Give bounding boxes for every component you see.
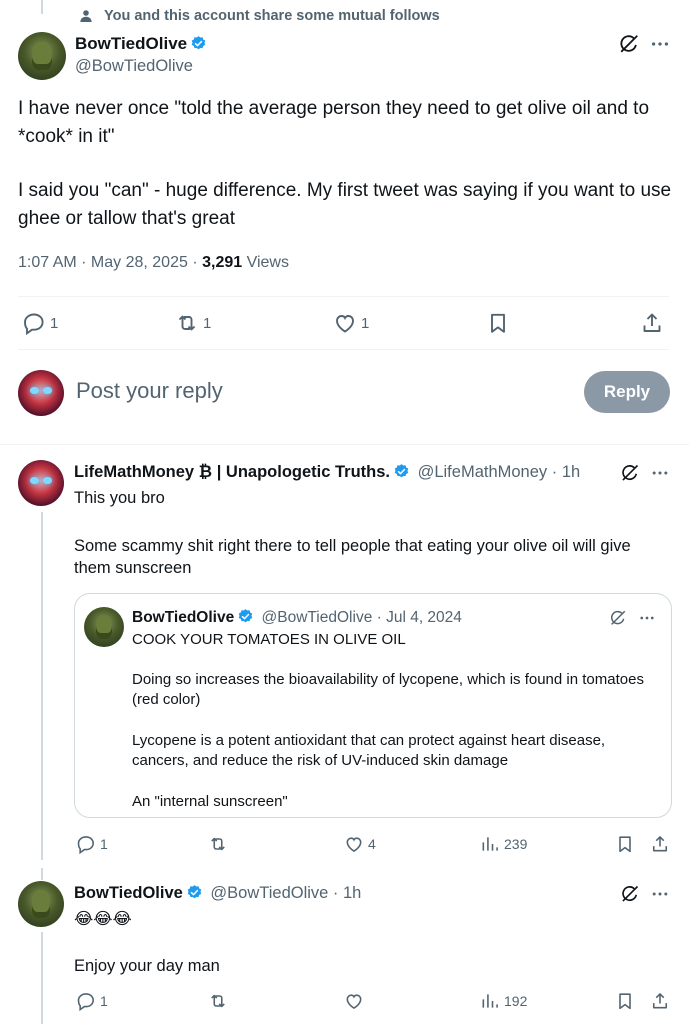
- bookmark-button[interactable]: [615, 991, 635, 1011]
- divider: [18, 349, 669, 350]
- more-icon[interactable]: [638, 609, 656, 627]
- quoted-tweet-card[interactable]: BowTiedOlive @BowTiedOlive · Jul 4, 2024…: [74, 593, 672, 818]
- reply-text: Some scammy shit right there to tell peo…: [74, 537, 631, 577]
- tweet-timestamp: 1:07 AM · May 28, 2025 · 3,291 Views: [18, 254, 289, 272]
- repost-icon: [175, 311, 199, 335]
- divider: [0, 444, 689, 445]
- thread-connector: [41, 868, 43, 880]
- views-button[interactable]: 192: [480, 991, 527, 1011]
- social-context: You and this account share some mutual f…: [78, 8, 440, 24]
- person-icon: [78, 8, 94, 24]
- reply-header: LifeMathMoney ₿ | Unapologetic Truths. @…: [74, 463, 580, 482]
- reply-icon: [22, 311, 46, 335]
- views-label: Views: [242, 254, 289, 271]
- bookmark-icon: [615, 991, 635, 1011]
- reply-submit-button[interactable]: Reply: [584, 371, 670, 413]
- views-count: 3,291: [202, 254, 243, 271]
- share-icon: [650, 991, 670, 1011]
- like-button[interactable]: [344, 991, 368, 1011]
- thread-connector: [41, 932, 43, 1024]
- avatar[interactable]: [18, 460, 64, 506]
- author-handle[interactable]: @BowTiedOlive: [75, 57, 193, 76]
- quoted-avatar: [84, 607, 124, 647]
- verified-badge-icon: [186, 884, 203, 901]
- composer-avatar[interactable]: [18, 370, 64, 416]
- bookmark-button[interactable]: [615, 834, 635, 854]
- repost-button[interactable]: [208, 834, 232, 854]
- more-icon[interactable]: [650, 884, 670, 904]
- author-handle-time[interactable]: @LifeMathMoney · 1h: [418, 463, 581, 481]
- share-button[interactable]: [650, 991, 670, 1011]
- repost-button[interactable]: [208, 991, 232, 1011]
- quoted-text: COOK YOUR TOMATOES IN OLIVE OIL: [132, 631, 406, 648]
- like-icon: [333, 311, 357, 335]
- reply-input[interactable]: Post your reply: [76, 378, 223, 404]
- quoted-text: An "internal sunscreen": [132, 793, 288, 810]
- share-icon: [640, 311, 664, 335]
- repost-icon: [208, 991, 228, 1011]
- reply-header: BowTiedOlive @BowTiedOlive · 1h: [74, 884, 361, 903]
- grok-icon[interactable]: [620, 884, 640, 904]
- verified-badge-icon: [237, 608, 254, 625]
- timestamp-text[interactable]: 1:07 AM · May 28, 2025 ·: [18, 254, 202, 271]
- quoted-header: BowTiedOlive @BowTiedOlive · Jul 4, 2024: [132, 608, 462, 627]
- like-button[interactable]: 1: [333, 311, 369, 335]
- reply-text: This you bro: [74, 489, 165, 507]
- grok-icon[interactable]: [618, 33, 640, 55]
- author-name[interactable]: BowTiedOlive: [74, 884, 183, 902]
- reply-button[interactable]: 1: [76, 834, 108, 854]
- bookmark-button[interactable]: [486, 311, 510, 335]
- reply-icon: [76, 991, 96, 1011]
- bookmark-icon: [486, 311, 510, 335]
- grok-icon[interactable]: [620, 463, 640, 483]
- quoted-handle-time: @BowTiedOlive · Jul 4, 2024: [261, 609, 462, 626]
- like-icon: [344, 834, 364, 854]
- quoted-author-name: BowTiedOlive: [132, 609, 235, 626]
- social-context-text: You and this account share some mutual f…: [104, 8, 440, 24]
- grok-icon[interactable]: [609, 609, 627, 627]
- verified-badge-icon: [190, 35, 207, 52]
- repost-button[interactable]: 1: [175, 311, 211, 335]
- tweet-text-paragraph: I said you "can" - huge difference. My f…: [18, 180, 672, 229]
- share-button[interactable]: [640, 311, 664, 335]
- reply-emoji: 😂😂😂: [74, 910, 132, 928]
- share-button[interactable]: [650, 834, 670, 854]
- author-name[interactable]: BowTiedOlive: [75, 34, 207, 54]
- share-icon: [650, 834, 670, 854]
- views-icon: [480, 834, 500, 854]
- like-button[interactable]: 4: [344, 834, 376, 854]
- more-icon[interactable]: [650, 463, 670, 483]
- reply-button[interactable]: 1: [22, 311, 58, 335]
- views-icon: [480, 991, 500, 1011]
- tweet-text-paragraph: I have never once "told the average pers…: [18, 98, 650, 147]
- author-name[interactable]: LifeMathMoney ₿ | Unapologetic Truths.: [74, 463, 390, 481]
- quoted-text: Lycopene is a potent antioxidant that ca…: [132, 732, 606, 769]
- avatar[interactable]: [18, 881, 64, 927]
- repost-icon: [208, 834, 228, 854]
- like-icon: [344, 991, 364, 1011]
- verified-badge-icon: [393, 463, 410, 480]
- reply-button[interactable]: 1: [76, 991, 108, 1011]
- divider: [18, 296, 669, 297]
- bookmark-icon: [615, 834, 635, 854]
- thread-connector-top: [41, 0, 43, 14]
- author-handle-time[interactable]: @BowTiedOlive · 1h: [210, 884, 361, 902]
- more-icon[interactable]: [649, 33, 671, 55]
- views-button[interactable]: 239: [480, 834, 527, 854]
- reply-icon: [76, 834, 96, 854]
- quoted-text: Doing so increases the bioavailability o…: [132, 671, 644, 708]
- reply-text: Enjoy your day man: [74, 957, 220, 975]
- avatar[interactable]: [18, 32, 66, 80]
- thread-connector: [41, 512, 43, 860]
